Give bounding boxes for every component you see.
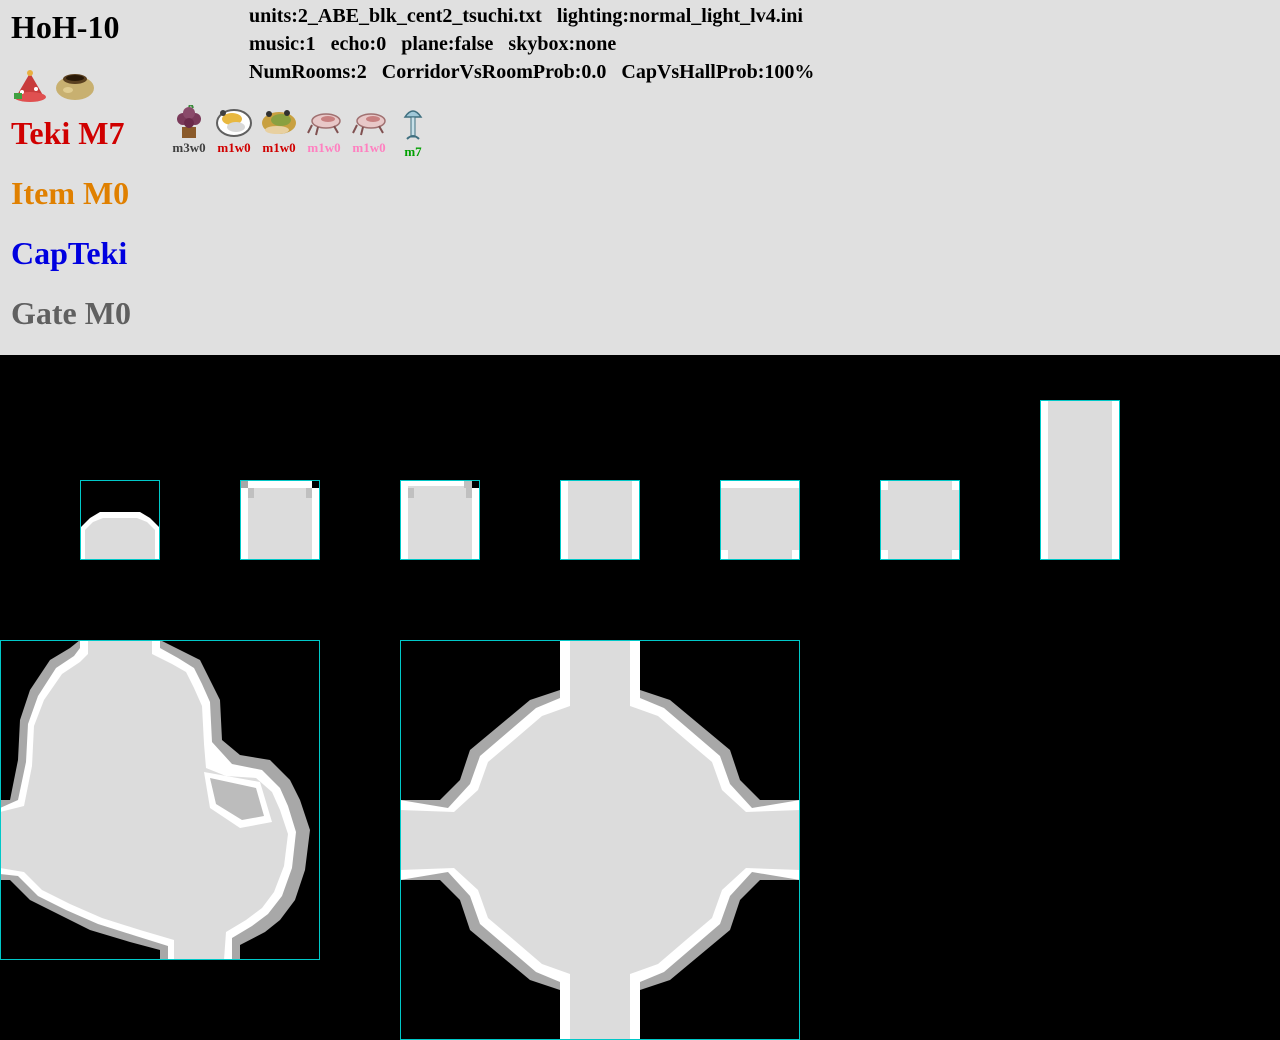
unit-tile-hall xyxy=(560,480,640,560)
rooms-probability-info: NumRooms:2 CorridorVsRoomProb:0.0 CapVsH… xyxy=(249,61,815,83)
mite-creature-icon xyxy=(352,113,386,136)
berry-bush-icon xyxy=(177,105,201,138)
teki-spawn-label: m3w0 xyxy=(172,140,206,155)
teki-item: m1w0 xyxy=(301,105,347,155)
teki-item: m3w0 xyxy=(166,105,212,155)
unit-tile-long-hall xyxy=(1040,400,1120,560)
music-echo-info: music:1 echo:0 plane:false skybox:none xyxy=(249,33,617,55)
teki-spawn-label: m1w0 xyxy=(217,140,251,155)
mite-creature-icon xyxy=(307,113,341,136)
teki-item: m1w0 xyxy=(346,105,392,155)
item-category-label: Item M0 xyxy=(11,175,130,211)
teki-category-label: Teki M7 xyxy=(11,115,125,151)
teki-spawn-label: m1w0 xyxy=(307,140,341,155)
gate-category-label: Gate M0 xyxy=(11,295,131,331)
mushroom-icon xyxy=(403,110,423,140)
flower-pot-icon xyxy=(14,70,46,102)
shell-creature-icon xyxy=(216,109,252,137)
units-lighting-info: units:2_ABE_blk_cent2_tsuchi.txt lightin… xyxy=(249,5,803,27)
frog-creature-icon xyxy=(262,110,296,134)
teki-item: m1w0 xyxy=(211,105,257,155)
unit-tile-cross xyxy=(880,480,960,560)
teki-item: m1w0 xyxy=(256,105,302,155)
unit-tile-corner xyxy=(400,480,480,560)
teki-item: m7 xyxy=(390,105,436,159)
room-irregular xyxy=(0,640,320,960)
unit-tile-tee xyxy=(720,480,800,560)
level-title: HoH-10 xyxy=(11,9,120,45)
header-panel: HoH-10 Teki M7 Item M0 CapTeki Gate M0 u… xyxy=(0,0,1280,355)
clay-pot-icon xyxy=(56,74,94,100)
map-area xyxy=(0,400,1120,1040)
teki-spawn-label: m1w0 xyxy=(352,140,386,155)
unit-tile-cap xyxy=(80,480,160,560)
capteki-category-label: CapTeki xyxy=(11,235,128,271)
teki-spawn-label: m7 xyxy=(404,144,422,159)
unit-tile-cap-arch xyxy=(240,480,320,560)
room-cross-diamond xyxy=(400,640,800,1040)
teki-spawn-label: m1w0 xyxy=(262,140,296,155)
